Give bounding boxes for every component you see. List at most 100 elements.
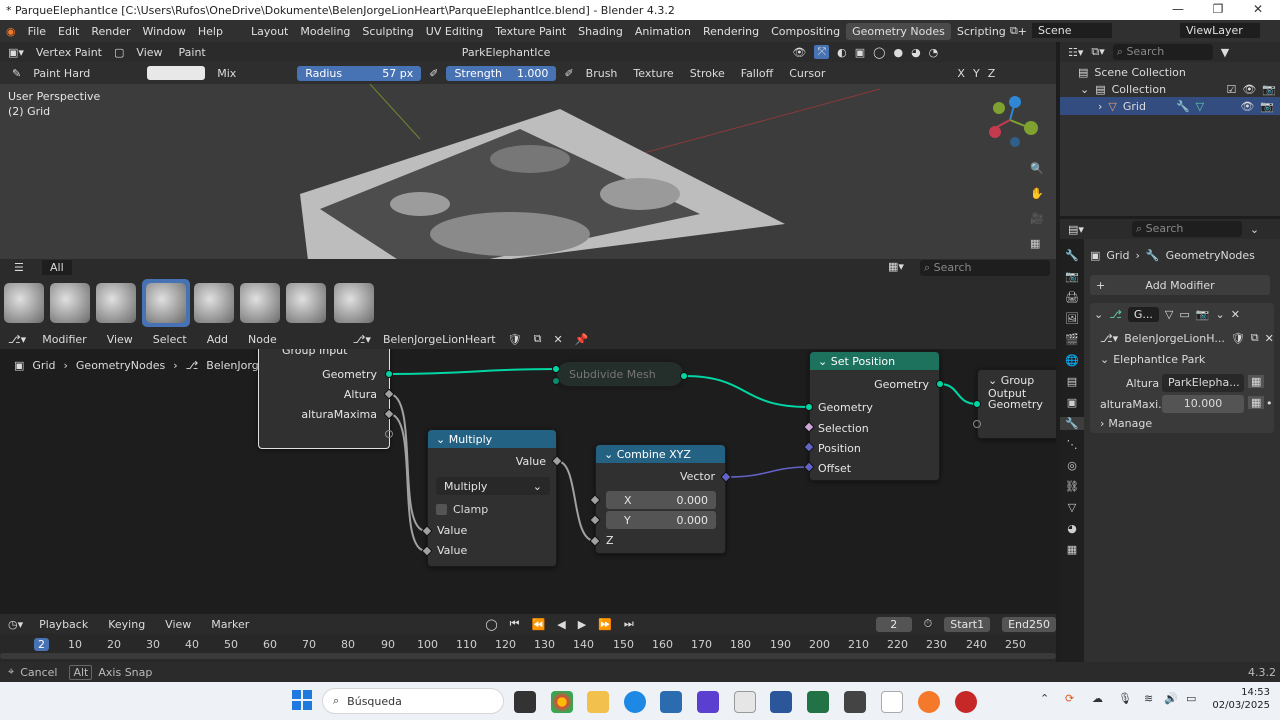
strength-field[interactable]: Strength 1.000 [446, 65, 557, 81]
symmetry-z[interactable]: Z [988, 67, 996, 80]
remove-modifier-icon[interactable]: ✕ [1231, 308, 1240, 321]
constraints-tab-icon[interactable]: ⛓ [1060, 480, 1084, 493]
hamburger-icon[interactable]: ☰ [14, 261, 24, 274]
maximize-icon[interactable]: ❐ [1208, 2, 1228, 16]
close-icon[interactable]: ✕ [1248, 2, 1268, 16]
visibility-icon[interactable]: 👁 [792, 46, 806, 59]
viewlayer-selector[interactable]: ViewLayer [1180, 23, 1260, 38]
word-icon[interactable] [770, 691, 792, 713]
asset-view-icon[interactable]: ▦▾ [888, 260, 904, 273]
camera-icon[interactable]: 📷 [1260, 100, 1274, 113]
node-menu-node[interactable]: Node [244, 332, 281, 347]
taskbar-clock[interactable]: 14:53 02/03/2025 [1210, 686, 1270, 712]
tab-texture-paint[interactable]: Texture Paint [489, 23, 572, 40]
duplicate-icon[interactable]: ⧉ [1251, 331, 1259, 345]
shading-material-icon[interactable]: ◕ [911, 46, 921, 59]
pan-hand-icon[interactable]: ✋ [1030, 187, 1044, 200]
menu-edit[interactable]: Edit [58, 25, 79, 38]
combine-x-field[interactable]: X 0.000 [606, 491, 716, 509]
duplicate-icon[interactable]: ⧉ [534, 332, 542, 346]
node-editor-type-icon[interactable]: ⎇▾ [8, 333, 26, 346]
material-tab-icon[interactable]: ◕ [1060, 522, 1084, 535]
view-layer-tab-icon[interactable]: 🖼 [1060, 312, 1084, 325]
outliner-search-input[interactable]: ⌕ Search [1112, 44, 1213, 60]
file-explorer-icon[interactable] [587, 691, 609, 713]
menu-cursor[interactable]: Cursor [785, 66, 829, 81]
socket-geometry[interactable] [936, 380, 944, 388]
brush-thumbnail[interactable] [286, 283, 326, 323]
menu-falloff[interactable]: Falloff [737, 66, 777, 81]
collection-tab-icon[interactable]: ▤ [1060, 375, 1084, 388]
store-icon[interactable] [660, 691, 682, 713]
socket-geometry[interactable] [973, 400, 981, 408]
node-type-selector[interactable]: Modifier [38, 332, 90, 347]
excel-icon[interactable] [807, 691, 829, 713]
paint-mask-icon[interactable]: ▢ [114, 46, 124, 59]
taskbar-search[interactable]: ⌕ Búsqueda [322, 688, 504, 714]
node-tree-icon[interactable]: ⎇▾ [1100, 332, 1118, 345]
tab-sculpting[interactable]: Sculpting [356, 23, 419, 40]
render-display-icon[interactable]: 📷 [1196, 308, 1210, 321]
node-editor-canvas[interactable]: ▣ Grid › GeometryNodes › ⎇ BelenJorgeLio… [0, 349, 1056, 613]
scene-tab-icon[interactable]: 🎬 [1060, 333, 1084, 346]
asset-tab-all[interactable]: All [42, 260, 72, 275]
tab-uv-editing[interactable]: UV Editing [420, 23, 489, 40]
tab-compositing[interactable]: Compositing [765, 23, 846, 40]
fake-user-icon[interactable]: 🛡 [1231, 332, 1245, 345]
eye-icon[interactable]: 👁 [1242, 83, 1256, 96]
pin-icon[interactable]: 📌 [575, 333, 589, 346]
brush-thumbnail[interactable] [4, 283, 44, 323]
shading-wire-icon[interactable]: ◯ [873, 46, 885, 59]
symmetry-y[interactable]: Y [973, 67, 980, 80]
play-reverse-icon[interactable]: ◀ [557, 618, 565, 631]
chevron-down-icon[interactable]: ⌄ [1216, 308, 1225, 321]
next-key-icon[interactable]: ⏩ [598, 618, 612, 631]
tray-app-icon[interactable]: ⟳ [1065, 692, 1074, 705]
output-tab-icon[interactable]: 🖨 [1060, 291, 1084, 304]
tab-rendering[interactable]: Rendering [697, 23, 765, 40]
outliner-row-collection[interactable]: ⌄ ▤ Collection ☑ 👁 📷 [1080, 83, 1276, 96]
timeline-menu-playback[interactable]: Playback [35, 617, 92, 632]
tray-chevron-icon[interactable]: ⌃ [1040, 692, 1049, 705]
unlink-icon[interactable]: ✕ [553, 333, 562, 346]
editor-type-icon[interactable]: ▣▾ [8, 46, 24, 59]
overlay-icon[interactable]: ◐ [837, 46, 847, 59]
blender-logo-icon[interactable]: ◉ [6, 25, 16, 38]
tab-geometry-nodes[interactable]: Geometry Nodes [846, 22, 951, 40]
properties-search-input[interactable]: ⌕ Search [1131, 221, 1242, 237]
checkbox-icon[interactable]: ☑ [1226, 83, 1236, 96]
prev-key-icon[interactable]: ⏪ [532, 618, 546, 631]
timeline-menu-view[interactable]: View [161, 617, 195, 632]
modifier-name-field[interactable]: G... [1127, 307, 1159, 322]
node-menu-view[interactable]: View [103, 332, 137, 347]
attribute-toggle-icon[interactable]: ▦ [1248, 375, 1265, 388]
expand-icon[interactable]: › [1098, 100, 1102, 113]
chrome-icon[interactable] [551, 691, 573, 713]
minimize-icon[interactable]: — [1168, 2, 1188, 16]
texture-tab-icon[interactable]: ▦ [1060, 543, 1084, 556]
socket-geometry[interactable] [805, 403, 813, 411]
file-icon[interactable] [881, 691, 903, 713]
socket-geometry[interactable] [552, 377, 560, 385]
data-tab-icon[interactable]: ▽ [1060, 501, 1084, 514]
blender-taskbar-icon[interactable] [918, 691, 940, 713]
jump-start-icon[interactable]: ⏮ [510, 617, 520, 631]
combine-y-field[interactable]: Y 0.000 [606, 511, 716, 529]
app-red-icon[interactable] [955, 691, 977, 713]
render-tab-icon[interactable]: 📷 [1060, 270, 1084, 283]
microphone-icon[interactable]: 🎙 [1118, 692, 1132, 705]
color-swatch[interactable] [147, 66, 206, 80]
brush-thumbnail[interactable] [50, 283, 90, 323]
mode-selector[interactable]: Vertex Paint [32, 45, 106, 60]
visual-studio-icon[interactable] [697, 691, 719, 713]
xray-icon[interactable]: ▣ [855, 46, 865, 59]
menu-stroke[interactable]: Stroke [686, 66, 729, 81]
shading-solid-icon[interactable]: ● [893, 46, 903, 59]
properties-type-icon[interactable]: ▤▾ [1068, 223, 1084, 236]
clamp-checkbox[interactable]: Clamp [436, 503, 488, 516]
menu-paint[interactable]: Paint [175, 45, 210, 60]
checkbox-icon[interactable] [436, 504, 447, 515]
node-set-position[interactable]: ⌄ Set Position Geometry Geometry Selecti… [809, 351, 940, 481]
stopwatch-icon[interactable]: ⏱ [924, 617, 933, 631]
timeline-scrollbar[interactable] [0, 653, 1056, 659]
